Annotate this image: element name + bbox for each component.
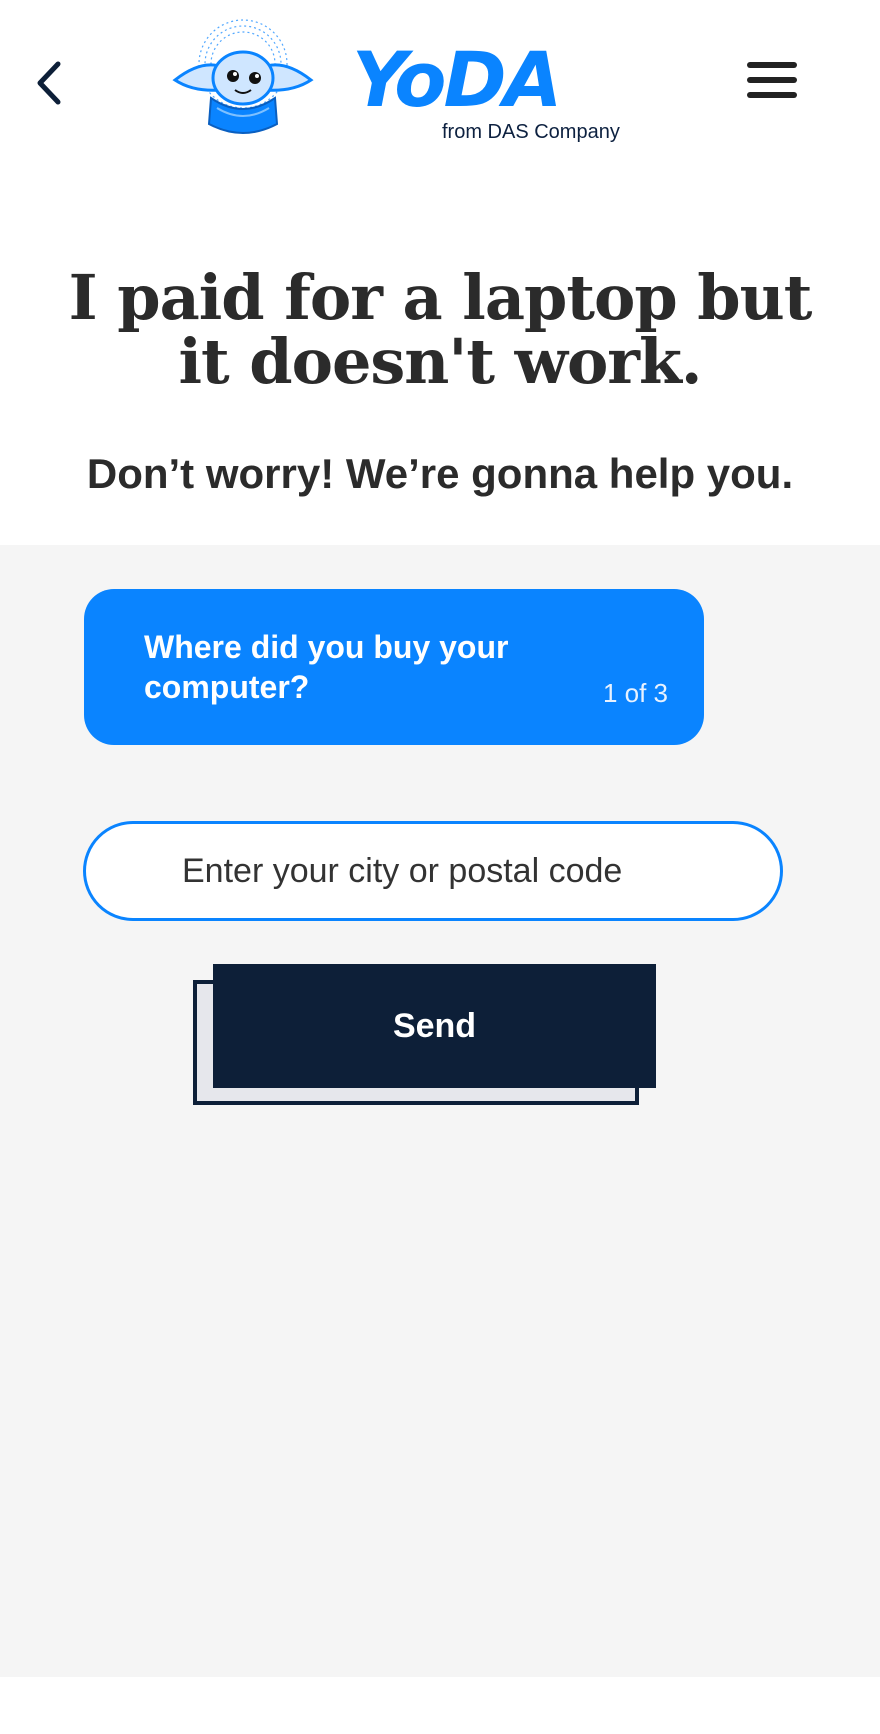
page-subtitle: Don’t worry! We’re gonna help you. [86,450,794,497]
hamburger-menu-icon [747,62,797,68]
page-footer [0,1677,880,1734]
brand-subtitle: from DAS Company [442,121,620,143]
yoda-mascot-logo [172,19,314,134]
chat-area: Where did you buy your computer? 1 of 3 … [0,545,880,1677]
question-text: Where did you buy your computer? [144,629,509,705]
question-bubble: Where did you buy your computer? 1 of 3 [84,589,704,745]
send-button[interactable]: Send [213,964,656,1088]
page-title: I paid for a laptop but it doesn't work. [40,266,840,394]
hamburger-line [747,77,797,83]
hero-section: I paid for a laptop but it doesn't work.… [0,170,880,545]
question-step-indicator: 1 of 3 [602,678,668,708]
back-button[interactable] [30,58,70,108]
app-header: YoDA from DAS Company [0,0,880,170]
hamburger-line [747,92,797,98]
brand-wordmark: YoDA [352,35,562,124]
page-title-line1: I paid for a laptop but [68,261,813,334]
menu-button[interactable] [744,62,800,102]
city-postal-input[interactable] [83,821,783,921]
page-title-line2: it doesn't work. [178,325,702,398]
chevron-left-icon [37,61,61,105]
